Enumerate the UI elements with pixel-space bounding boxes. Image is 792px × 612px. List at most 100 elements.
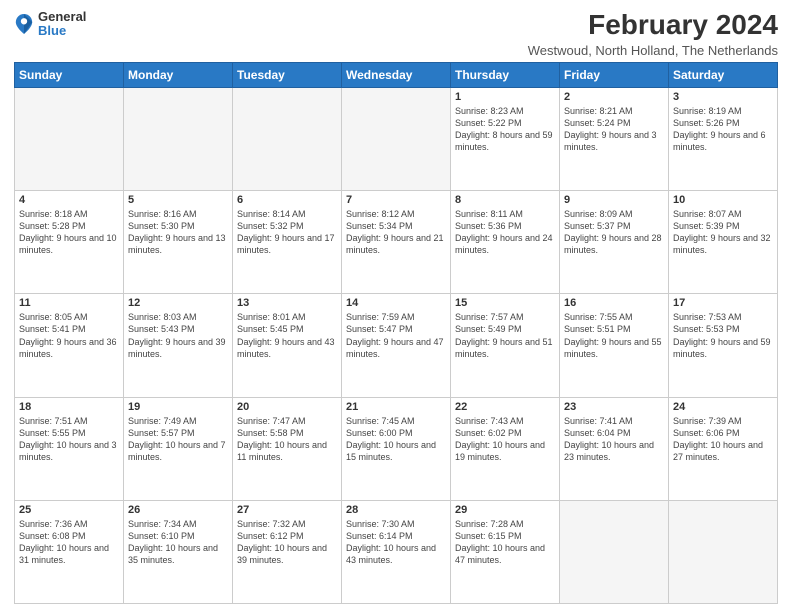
calendar-cell: 7 Sunrise: 8:12 AM Sunset: 5:34 PM Daylig… (342, 191, 451, 294)
calendar-cell (124, 87, 233, 190)
calendar-cell: 21 Sunrise: 7:45 AM Sunset: 6:00 PM Dayli… (342, 397, 451, 500)
day-info: Sunrise: 8:05 AM Sunset: 5:41 PM Dayligh… (19, 311, 119, 360)
day-number: 18 (19, 401, 119, 413)
day-number: 1 (455, 91, 555, 103)
calendar-cell: 13 Sunrise: 8:01 AM Sunset: 5:45 PM Dayli… (233, 294, 342, 397)
day-info: Sunrise: 7:34 AM Sunset: 6:10 PM Dayligh… (128, 518, 228, 567)
day-info: Sunrise: 8:07 AM Sunset: 5:39 PM Dayligh… (673, 208, 773, 257)
day-info: Sunrise: 8:19 AM Sunset: 5:26 PM Dayligh… (673, 105, 773, 154)
calendar-cell: 6 Sunrise: 8:14 AM Sunset: 5:32 PM Daylig… (233, 191, 342, 294)
day-number: 25 (19, 504, 119, 516)
calendar-cell: 9Sunrise: 8:09 AM Sunset: 5:37 PM Daylig… (560, 191, 669, 294)
day-number: 5 (128, 194, 228, 206)
calendar-cell: 24 Sunrise: 7:39 AM Sunset: 6:06 PM Dayli… (669, 397, 778, 500)
day-number: 15 (455, 297, 555, 309)
day-info: Sunrise: 8:18 AM Sunset: 5:28 PM Dayligh… (19, 208, 119, 257)
day-info: Sunrise: 7:36 AM Sunset: 6:08 PM Dayligh… (19, 518, 119, 567)
calendar-cell (342, 87, 451, 190)
logo-general: General (38, 10, 86, 24)
calendar-cell: 25 Sunrise: 7:36 AM Sunset: 6:08 PM Dayli… (15, 500, 124, 603)
calendar-header-cell: Wednesday (342, 62, 451, 87)
day-info: Sunrise: 7:47 AM Sunset: 5:58 PM Dayligh… (237, 415, 337, 464)
day-number: 19 (128, 401, 228, 413)
calendar-week-row: 18 Sunrise: 7:51 AM Sunset: 5:55 PM Dayli… (15, 397, 778, 500)
subtitle: Westwoud, North Holland, The Netherlands (528, 43, 778, 58)
calendar-cell: 16 Sunrise: 7:55 AM Sunset: 5:51 PM Dayli… (560, 294, 669, 397)
page: General Blue February 2024 Westwoud, Nor… (0, 0, 792, 612)
day-info: Sunrise: 7:53 AM Sunset: 5:53 PM Dayligh… (673, 311, 773, 360)
day-number: 28 (346, 504, 446, 516)
calendar-cell: 22 Sunrise: 7:43 AM Sunset: 6:02 PM Dayli… (451, 397, 560, 500)
calendar-cell: 19 Sunrise: 7:49 AM Sunset: 5:57 PM Dayli… (124, 397, 233, 500)
calendar-week-row: 11 Sunrise: 8:05 AM Sunset: 5:41 PM Dayli… (15, 294, 778, 397)
day-number: 4 (19, 194, 119, 206)
day-info: Sunrise: 7:59 AM Sunset: 5:47 PM Dayligh… (346, 311, 446, 360)
day-info: Sunrise: 8:01 AM Sunset: 5:45 PM Dayligh… (237, 311, 337, 360)
header: General Blue February 2024 Westwoud, Nor… (14, 10, 778, 58)
day-info: Sunrise: 7:28 AM Sunset: 6:15 PM Dayligh… (455, 518, 555, 567)
day-info: Sunrise: 7:39 AM Sunset: 6:06 PM Dayligh… (673, 415, 773, 464)
calendar-header-cell: Monday (124, 62, 233, 87)
calendar-cell (15, 87, 124, 190)
day-info: Sunrise: 8:12 AM Sunset: 5:34 PM Dayligh… (346, 208, 446, 257)
logo-icon (14, 12, 34, 36)
calendar-body: 1 Sunrise: 8:23 AM Sunset: 5:22 PM Daylig… (15, 87, 778, 603)
calendar-cell: 14 Sunrise: 7:59 AM Sunset: 5:47 PM Dayli… (342, 294, 451, 397)
logo-blue: Blue (38, 24, 86, 38)
day-number: 20 (237, 401, 337, 413)
calendar-cell: 10Sunrise: 8:07 AM Sunset: 5:39 PM Dayli… (669, 191, 778, 294)
day-number: 6 (237, 194, 337, 206)
calendar-cell: 12 Sunrise: 8:03 AM Sunset: 5:43 PM Dayli… (124, 294, 233, 397)
calendar-header-cell: Thursday (451, 62, 560, 87)
logo: General Blue (14, 10, 86, 39)
day-number: 14 (346, 297, 446, 309)
calendar-cell: 5 Sunrise: 8:16 AM Sunset: 5:30 PM Daylig… (124, 191, 233, 294)
day-number: 24 (673, 401, 773, 413)
calendar-cell: 2 Sunrise: 8:21 AM Sunset: 5:24 PM Daylig… (560, 87, 669, 190)
calendar-header-row: SundayMondayTuesdayWednesdayThursdayFrid… (15, 62, 778, 87)
day-number: 11 (19, 297, 119, 309)
day-info: Sunrise: 8:14 AM Sunset: 5:32 PM Dayligh… (237, 208, 337, 257)
day-info: Sunrise: 8:21 AM Sunset: 5:24 PM Dayligh… (564, 105, 664, 154)
day-info: Sunrise: 7:30 AM Sunset: 6:14 PM Dayligh… (346, 518, 446, 567)
day-info: Sunrise: 8:23 AM Sunset: 5:22 PM Dayligh… (455, 105, 555, 154)
day-info: Sunrise: 7:45 AM Sunset: 6:00 PM Dayligh… (346, 415, 446, 464)
day-number: 7 (346, 194, 446, 206)
day-info: Sunrise: 7:51 AM Sunset: 5:55 PM Dayligh… (19, 415, 119, 464)
calendar-cell (233, 87, 342, 190)
day-info: Sunrise: 8:16 AM Sunset: 5:30 PM Dayligh… (128, 208, 228, 257)
calendar-cell: 8Sunrise: 8:11 AM Sunset: 5:36 PM Daylig… (451, 191, 560, 294)
calendar-week-row: 1 Sunrise: 8:23 AM Sunset: 5:22 PM Daylig… (15, 87, 778, 190)
day-number: 9 (564, 194, 664, 206)
day-number: 16 (564, 297, 664, 309)
day-info: Sunrise: 7:43 AM Sunset: 6:02 PM Dayligh… (455, 415, 555, 464)
calendar-cell: 18 Sunrise: 7:51 AM Sunset: 5:55 PM Dayli… (15, 397, 124, 500)
calendar-cell: 1 Sunrise: 8:23 AM Sunset: 5:22 PM Daylig… (451, 87, 560, 190)
calendar-cell: 3 Sunrise: 8:19 AM Sunset: 5:26 PM Daylig… (669, 87, 778, 190)
day-info: Sunrise: 7:41 AM Sunset: 6:04 PM Dayligh… (564, 415, 664, 464)
day-number: 13 (237, 297, 337, 309)
day-number: 12 (128, 297, 228, 309)
day-number: 8 (455, 194, 555, 206)
calendar-week-row: 25 Sunrise: 7:36 AM Sunset: 6:08 PM Dayli… (15, 500, 778, 603)
calendar-cell: 28 Sunrise: 7:30 AM Sunset: 6:14 PM Dayli… (342, 500, 451, 603)
day-number: 3 (673, 91, 773, 103)
day-info: Sunrise: 7:49 AM Sunset: 5:57 PM Dayligh… (128, 415, 228, 464)
day-info: Sunrise: 8:03 AM Sunset: 5:43 PM Dayligh… (128, 311, 228, 360)
calendar-cell: 4 Sunrise: 8:18 AM Sunset: 5:28 PM Daylig… (15, 191, 124, 294)
calendar-cell: 17 Sunrise: 7:53 AM Sunset: 5:53 PM Dayli… (669, 294, 778, 397)
calendar-cell: 11 Sunrise: 8:05 AM Sunset: 5:41 PM Dayli… (15, 294, 124, 397)
day-number: 2 (564, 91, 664, 103)
calendar-table: SundayMondayTuesdayWednesdayThursdayFrid… (14, 62, 778, 604)
day-number: 17 (673, 297, 773, 309)
day-number: 22 (455, 401, 555, 413)
calendar-header-cell: Saturday (669, 62, 778, 87)
day-number: 27 (237, 504, 337, 516)
day-info: Sunrise: 7:57 AM Sunset: 5:49 PM Dayligh… (455, 311, 555, 360)
day-info: Sunrise: 7:55 AM Sunset: 5:51 PM Dayligh… (564, 311, 664, 360)
day-number: 23 (564, 401, 664, 413)
calendar-cell (669, 500, 778, 603)
logo-text: General Blue (38, 10, 86, 39)
day-number: 21 (346, 401, 446, 413)
day-number: 26 (128, 504, 228, 516)
